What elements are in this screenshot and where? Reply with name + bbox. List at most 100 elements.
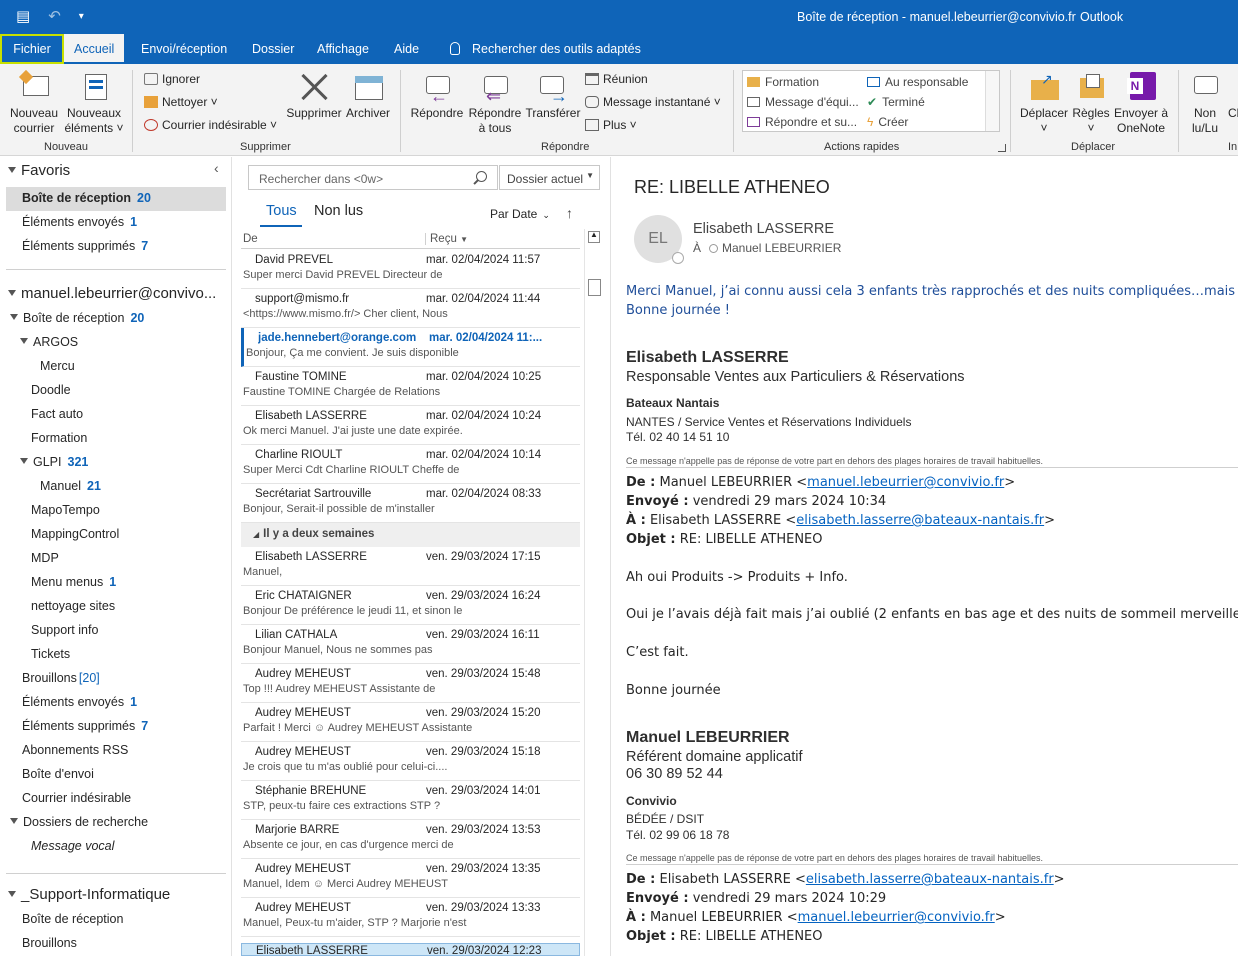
support-account-header[interactable]: _Support-Informatique xyxy=(8,886,170,903)
favorites-header[interactable]: Favoris xyxy=(8,162,70,179)
send-to-onenote-button[interactable]: N Envoyer à OneNote xyxy=(1112,70,1170,136)
folder-mdp[interactable]: MDP xyxy=(31,551,59,565)
collapse-pane-icon[interactable]: ‹ xyxy=(214,160,219,176)
meeting-button[interactable]: Réunion xyxy=(585,72,648,86)
fav-deleted-items[interactable]: Éléments supprimés 7 xyxy=(22,239,148,253)
folder-support-info[interactable]: Support info xyxy=(31,623,98,637)
move-button[interactable]: ↗ Déplacer ˅ xyxy=(1016,70,1072,136)
rules-button[interactable]: Règles ˅ xyxy=(1070,70,1112,136)
qs-create-new[interactable]: ϟ Créer xyxy=(867,115,908,129)
new-items-button[interactable]: Nouveaux éléments ˅ xyxy=(64,70,124,136)
sender-name[interactable]: Elisabeth LASSERRE xyxy=(693,221,834,237)
search-scope-dropdown[interactable]: Dossier actuel ▼ xyxy=(499,165,600,190)
folder-voicemail[interactable]: Message vocal xyxy=(31,839,114,853)
folder-drafts[interactable]: Brouillons [20] xyxy=(22,671,100,685)
folder-tickets[interactable]: Tickets xyxy=(31,647,70,661)
message-item[interactable]: Audrey MEHEUST ven. 29/03/2024 13:33 Manue… xyxy=(241,898,580,937)
qs-done[interactable]: ✔ Terminé xyxy=(867,95,925,109)
folder-glpi[interactable]: GLPI 321 xyxy=(20,455,88,469)
filter-tab-unread[interactable]: Non lus xyxy=(314,203,363,219)
clean-up-button[interactable]: Nettoyer ˅ xyxy=(144,95,218,109)
folder-formation[interactable]: Formation xyxy=(31,431,87,445)
message-item[interactable]: Stéphanie BRÉHUNE ven. 29/03/2024 14:01 ST… xyxy=(241,781,580,820)
recipient-name[interactable]: Manuel LEBEURRIER xyxy=(722,241,841,255)
from-email-link[interactable]: manuel.lebeurrier@convivio.fr xyxy=(807,475,1004,490)
message-item-selected[interactable]: Elisabeth LASSERRE ven. 29/03/2024 12:23 xyxy=(241,943,580,956)
support-inbox[interactable]: Boîte de réception xyxy=(22,912,123,926)
group-header-two-weeks-ago[interactable]: ◢ Il y a deux semaines xyxy=(241,523,580,547)
message-item[interactable]: Audrey MEHEUST ven. 29/03/2024 13:35 Manue… xyxy=(241,859,580,898)
message-item[interactable]: Lilian CATHALA ven. 29/03/2024 16:11 Bonjo… xyxy=(241,625,580,664)
qs-team-email[interactable]: Message d'équi... xyxy=(747,95,859,109)
message-item[interactable]: Faustine TOMINE mar. 02/04/2024 10:25 Faus… xyxy=(241,367,580,406)
folder-search-folders[interactable]: Dossiers de recherche xyxy=(10,815,148,829)
quick-steps-scrollbar[interactable] xyxy=(985,71,999,131)
undo-icon[interactable]: ↶ xyxy=(48,7,61,25)
folder-mercu[interactable]: Mercu xyxy=(40,359,75,373)
scroll-up-arrow-icon[interactable]: ▲ xyxy=(588,230,600,243)
categorize-button-partial[interactable]: Cl xyxy=(1228,106,1238,120)
folder-mappingcontrol[interactable]: MappingControl xyxy=(31,527,119,541)
message-item[interactable]: David PREVEL mar. 02/04/2024 11:57 Super m… xyxy=(241,250,580,289)
archive-button[interactable]: Archiver xyxy=(344,70,392,121)
to-email-link[interactable]: elisabeth.lasserre@bateaux-nantais.fr xyxy=(796,513,1044,528)
quick-steps-expander-icon[interactable] xyxy=(998,144,1006,152)
scrollbar-thumb[interactable] xyxy=(588,279,601,296)
customize-toolbar-icon[interactable]: ▾ xyxy=(79,11,84,22)
folder-deleted-items[interactable]: Éléments supprimés 7 xyxy=(22,719,148,733)
tab-send-receive[interactable]: Envoi/réception xyxy=(131,34,237,64)
message-item[interactable]: Eric CHATAIGNER ven. 29/03/2024 16:24 Bonj… xyxy=(241,586,580,625)
sort-by-dropdown[interactable]: Par Date ⌄ xyxy=(490,207,550,221)
search-input[interactable]: Rechercher dans <0w> xyxy=(248,165,498,190)
filter-tab-all[interactable]: Tous xyxy=(266,203,297,219)
folder-junk[interactable]: Courrier indésirable xyxy=(22,791,131,805)
fav-sent-items[interactable]: Éléments envoyés 1 xyxy=(22,215,137,229)
column-from[interactable]: De xyxy=(243,233,258,245)
support-drafts[interactable]: Brouillons xyxy=(22,936,77,950)
tab-view[interactable]: Affichage xyxy=(307,34,379,64)
more-respond-button[interactable]: Plus ˅ xyxy=(585,118,637,132)
ignore-button[interactable]: Ignorer xyxy=(144,72,200,86)
folder-inbox[interactable]: Boîte de réception 20 xyxy=(10,311,144,325)
forward-button[interactable]: → Transférer xyxy=(524,70,582,121)
message-list-scrollbar[interactable]: ▲ xyxy=(584,229,602,956)
from-email-link[interactable]: elisabeth.lasserre@bateaux-nantais.fr xyxy=(806,872,1054,887)
message-item[interactable]: Elisabeth LASSERRE ven. 29/03/2024 17:15 M… xyxy=(241,547,580,586)
message-item[interactable]: Audrey MEHEUST ven. 29/03/2024 15:48 Top !… xyxy=(241,664,580,703)
folder-nettoyage-sites[interactable]: nettoyage sites xyxy=(31,599,115,613)
fav-inbox[interactable]: Boîte de réception 20 xyxy=(6,187,226,211)
account-header[interactable]: manuel.lebeurrier@convivo... xyxy=(8,285,216,302)
reply-all-button[interactable]: ⇐ Répondre à tous xyxy=(466,70,524,136)
folder-rss[interactable]: Abonnements RSS xyxy=(22,743,128,757)
qs-formation[interactable]: Formation xyxy=(747,75,819,89)
reply-button[interactable]: ← Répondre xyxy=(408,70,466,121)
column-received[interactable]: Reçu ▼ xyxy=(425,233,468,245)
message-item[interactable]: Audrey MEHEUST ven. 29/03/2024 15:20 Parfa… xyxy=(241,703,580,742)
to-email-link[interactable]: manuel.lebeurrier@convivio.fr xyxy=(798,910,995,925)
folder-menu-menus[interactable]: Menu menus 1 xyxy=(31,575,116,589)
tab-file[interactable]: Fichier xyxy=(0,34,64,64)
tab-help[interactable]: Aide xyxy=(384,34,429,64)
tell-me-search[interactable]: Rechercher des outils adaptés xyxy=(440,34,651,64)
junk-button[interactable]: Courrier indésirable ˅ xyxy=(144,118,277,132)
folder-doodle[interactable]: Doodle xyxy=(31,383,71,397)
message-item[interactable]: Elisabeth LASSERRE mar. 02/04/2024 10:24 O… xyxy=(241,406,580,445)
tab-folder[interactable]: Dossier xyxy=(242,34,304,64)
search-icon[interactable] xyxy=(476,171,487,182)
sort-direction-arrow-icon[interactable]: ↑ xyxy=(566,205,573,221)
instant-message-button[interactable]: Message instantané ˅ xyxy=(585,95,721,109)
tab-home[interactable]: Accueil xyxy=(64,34,125,64)
unread-read-button[interactable]: Non lu/Lu xyxy=(1184,70,1226,136)
folder-fact-auto[interactable]: Fact auto xyxy=(31,407,83,421)
folder-argos[interactable]: ARGOS xyxy=(20,335,78,349)
folder-manuel[interactable]: Manuel 21 xyxy=(40,479,101,493)
delete-button[interactable]: Supprimer xyxy=(284,70,344,121)
new-mail-button[interactable]: Nouveau courrier xyxy=(8,69,60,136)
send-receive-all-icon[interactable]: ▤ xyxy=(16,7,30,25)
message-item[interactable]: Audrey MEHEUST ven. 29/03/2024 15:18 Je cr… xyxy=(241,742,580,781)
folder-sent-items[interactable]: Éléments envoyés 1 xyxy=(22,695,137,709)
message-item-unread[interactable]: jade.hennebert@orange.com mar. 02/04/2024… xyxy=(241,328,580,367)
qs-to-manager[interactable]: Au responsable xyxy=(867,75,968,89)
message-item[interactable]: Secrétariat Sartrouville mar. 02/04/2024 … xyxy=(241,484,580,523)
qs-reply-delete[interactable]: Répondre et su... xyxy=(747,115,857,129)
